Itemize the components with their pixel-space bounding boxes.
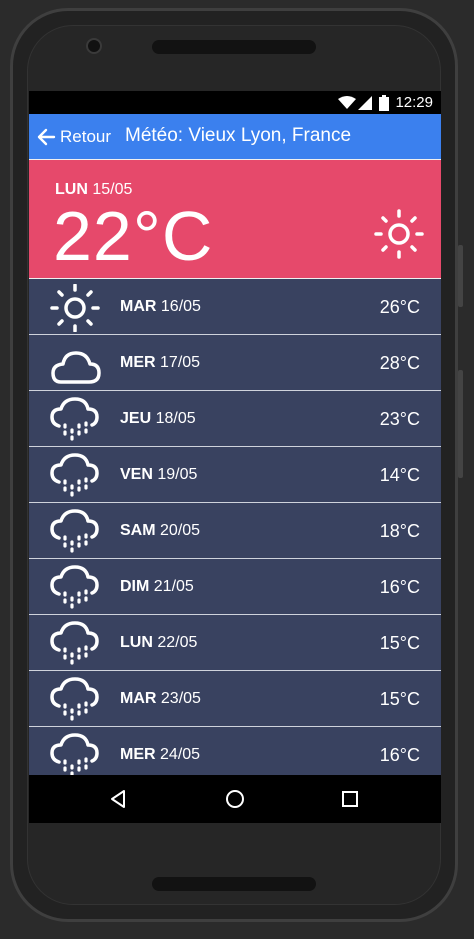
home-nav-icon[interactable] [223, 787, 247, 811]
forecast-date-value: 16/05 [160, 298, 201, 315]
signal-icon [358, 96, 372, 110]
navigation-bar [29, 775, 441, 823]
status-bar: 12:29 [29, 91, 441, 114]
forecast-day: MER [120, 354, 156, 371]
sun-icon [374, 209, 424, 259]
forecast-date: MER 24/05 [120, 746, 200, 764]
forecast-date: VEN 19/05 [120, 466, 197, 484]
front-camera [86, 38, 102, 54]
forecast-day: MAR [120, 298, 157, 315]
volume-button[interactable] [458, 370, 463, 478]
forecast-row[interactable]: VEN 19/05 14°C [29, 447, 441, 503]
forecast-row[interactable]: MAR 23/05 15°C [29, 671, 441, 727]
rain-icon [50, 509, 99, 553]
forecast-date-value: 23/05 [160, 690, 201, 707]
forecast-day: LUN [120, 634, 153, 651]
forecast-list[interactable]: MAR 16/05 26°C MER 17/05 28°C JEU 18/05 23°C V… [29, 279, 441, 775]
earpiece-speaker [152, 40, 316, 54]
forecast-day: JEU [120, 410, 152, 427]
forecast-temperature: 26°C [379, 297, 420, 317]
battery-icon [379, 95, 389, 111]
forecast-row[interactable]: JEU 18/05 23°C [29, 391, 441, 447]
forecast-date: MER 17/05 [120, 354, 200, 372]
bottom-speaker [152, 877, 316, 891]
forecast-temperature: 18°C [379, 521, 420, 541]
forecast-row[interactable]: DIM 21/05 16°C [29, 559, 441, 615]
forecast-date: JEU 18/05 [120, 410, 196, 428]
rain-icon [50, 621, 99, 665]
forecast-date-value: 21/05 [153, 578, 194, 595]
power-button[interactable] [458, 245, 463, 307]
status-time: 12:29 [395, 94, 433, 111]
forecast-date: SAM 20/05 [120, 522, 200, 540]
recents-nav-icon[interactable] [338, 787, 362, 811]
forecast-row[interactable]: MAR 16/05 26°C [29, 279, 441, 335]
rain-icon [50, 677, 99, 721]
forecast-date-value: 24/05 [160, 746, 201, 763]
forecast-temperature: 28°C [379, 353, 420, 373]
forecast-date-value: 17/05 [160, 354, 201, 371]
forecast-temperature: 15°C [379, 689, 420, 709]
forecast-row[interactable]: MER 24/05 16°C [29, 727, 441, 775]
forecast-date-value: 18/05 [155, 410, 196, 427]
arrow-left-icon [37, 128, 56, 146]
forecast-row[interactable]: MER 17/05 28°C [29, 335, 441, 391]
today-day: LUN [55, 181, 88, 198]
forecast-day: DIM [120, 578, 150, 595]
forecast-temperature: 14°C [379, 465, 420, 485]
back-button[interactable]: Retour [36, 123, 111, 151]
today-card: LUN 15/05 22°C [29, 159, 441, 279]
forecast-temperature: 16°C [379, 745, 420, 765]
forecast-temperature: 16°C [379, 577, 420, 597]
back-label: Retour [60, 127, 112, 146]
page-title: Météo: Vieux Lyon, France [125, 125, 352, 146]
forecast-day: MAR [120, 690, 157, 707]
sun-icon [50, 284, 100, 332]
rain-icon [50, 565, 99, 609]
wifi-icon [338, 96, 356, 109]
rain-icon [50, 453, 99, 497]
forecast-temperature: 23°C [379, 409, 420, 429]
today-temperature: 22°C [53, 197, 214, 275]
forecast-date-value: 19/05 [157, 466, 198, 483]
forecast-date: MAR 23/05 [120, 690, 201, 708]
forecast-date: LUN 22/05 [120, 634, 197, 652]
forecast-day: MER [120, 746, 156, 763]
rain-icon [50, 397, 99, 441]
cloud-icon [51, 351, 101, 384]
forecast-day: SAM [120, 522, 156, 539]
forecast-date-value: 22/05 [157, 634, 198, 651]
back-nav-icon[interactable] [107, 787, 131, 811]
forecast-date: DIM 21/05 [120, 578, 194, 596]
forecast-temperature: 15°C [379, 633, 420, 653]
screen: 12:29 Retour Météo: Vieux Lyon, France L… [29, 91, 441, 823]
forecast-day: VEN [120, 466, 153, 483]
forecast-row[interactable]: LUN 22/05 15°C [29, 615, 441, 671]
forecast-date: MAR 16/05 [120, 298, 201, 316]
forecast-date-value: 20/05 [160, 522, 201, 539]
today-date-value: 15/05 [92, 181, 133, 198]
app-bar: Retour Météo: Vieux Lyon, France [29, 114, 441, 159]
rain-icon [50, 733, 99, 775]
forecast-row[interactable]: SAM 20/05 18°C [29, 503, 441, 559]
